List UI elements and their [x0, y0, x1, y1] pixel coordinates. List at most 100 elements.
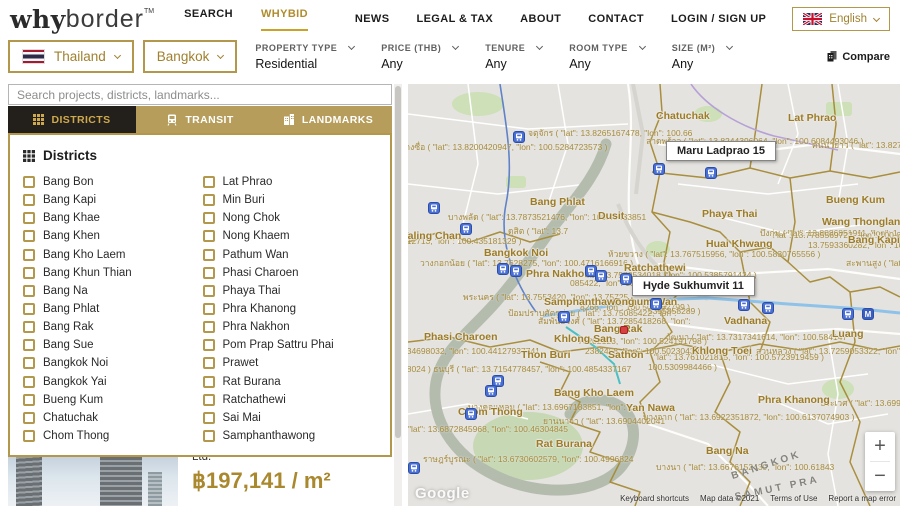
district-checkbox-item[interactable]: Bang Khen: [23, 230, 203, 242]
nav-about[interactable]: ABOUT: [520, 13, 561, 25]
transit-station-marker[interactable]: [465, 408, 477, 420]
checkbox[interactable]: [23, 321, 35, 333]
city-select[interactable]: Bangkok: [143, 40, 238, 73]
transit-station-marker[interactable]: [510, 265, 522, 277]
checkbox[interactable]: [23, 249, 35, 261]
attribution-report-a-map-error[interactable]: Report a map error: [828, 494, 896, 503]
transit-station-marker[interactable]: [738, 299, 750, 311]
district-checkbox-item[interactable]: Phra Khanong: [203, 303, 383, 315]
district-checkbox-item[interactable]: Bang Kho Laem: [23, 249, 203, 261]
scrollbar-thumb[interactable]: [395, 86, 401, 438]
nav-login-sign-up[interactable]: LOGIN / SIGN UP: [671, 13, 766, 25]
district-checkbox-item[interactable]: Min Buri: [203, 194, 383, 206]
transit-station-marker[interactable]: [558, 311, 570, 323]
district-checkbox-item[interactable]: Bang Sue: [23, 339, 203, 351]
nav-news[interactable]: NEWS: [355, 13, 390, 25]
district-checkbox-item[interactable]: Bang Bon: [23, 176, 203, 188]
checkbox[interactable]: [23, 285, 35, 297]
transit-station-marker[interactable]: [485, 385, 497, 397]
checkbox[interactable]: [203, 303, 215, 315]
country-select[interactable]: Thailand: [8, 40, 134, 73]
checkbox[interactable]: [203, 176, 215, 188]
nav-contact[interactable]: CONTACT: [588, 13, 644, 25]
checkbox[interactable]: [203, 321, 215, 333]
district-checkbox-item[interactable]: Samphanthawong: [203, 430, 383, 442]
district-checkbox-item[interactable]: Ratchathewi: [203, 394, 383, 406]
checkbox[interactable]: [23, 430, 35, 442]
checkbox[interactable]: [203, 267, 215, 279]
nav-search[interactable]: SEARCH: [184, 8, 233, 31]
checkbox[interactable]: [203, 394, 215, 406]
transit-station-marker[interactable]: [650, 298, 662, 310]
attribution-keyboard-shortcuts[interactable]: Keyboard shortcuts: [620, 494, 689, 503]
district-checkbox-item[interactable]: Chom Thong: [23, 430, 203, 442]
checkbox[interactable]: [203, 357, 215, 369]
attribution-terms-of-use[interactable]: Terms of Use: [770, 494, 817, 503]
checkbox[interactable]: [203, 430, 215, 442]
nav-legal-tax[interactable]: LEGAL & TAX: [416, 13, 493, 25]
map-canvas[interactable]: จตุจักร ( "lat": 13.8265167478, "lon": 1…: [408, 84, 900, 506]
zoom-out-button[interactable]: −: [865, 462, 895, 491]
district-checkbox-item[interactable]: Bang Rak: [23, 321, 203, 333]
checkbox[interactable]: [203, 230, 215, 242]
transit-station-marker[interactable]: [705, 167, 717, 179]
district-checkbox-item[interactable]: Phaya Thai: [203, 285, 383, 297]
checkbox[interactable]: [23, 194, 35, 206]
filter-property-type[interactable]: PROPERTY TYPEResidential: [255, 43, 354, 71]
checkbox[interactable]: [23, 376, 35, 388]
district-checkbox-item[interactable]: Lat Phrao: [203, 176, 383, 188]
filter-price-thb-[interactable]: PRICE (THB)Any: [381, 43, 458, 71]
checkbox[interactable]: [203, 376, 215, 388]
search-input[interactable]: [8, 84, 392, 105]
filter-tenure[interactable]: TENUREAny: [485, 43, 542, 71]
checkbox[interactable]: [203, 339, 215, 351]
zoom-in-button[interactable]: +: [865, 432, 895, 461]
checkbox[interactable]: [203, 249, 215, 261]
district-checkbox-item[interactable]: Bang Na: [23, 285, 203, 297]
tab-landmarks[interactable]: LANDMARKS: [264, 106, 392, 133]
transit-station-marker[interactable]: [762, 302, 774, 314]
checkbox[interactable]: [23, 303, 35, 315]
district-checkbox-item[interactable]: Chatuchak: [23, 412, 203, 424]
district-checkbox-item[interactable]: Bangkok Noi: [23, 357, 203, 369]
district-checkbox-item[interactable]: Phasi Charoen: [203, 267, 383, 279]
transit-station-marker[interactable]: [497, 263, 509, 275]
district-checkbox-item[interactable]: Bang Khae: [23, 212, 203, 224]
checkbox[interactable]: [23, 339, 35, 351]
district-checkbox-item[interactable]: Bueng Kum: [23, 394, 203, 406]
checkbox[interactable]: [23, 412, 35, 424]
map-red-marker[interactable]: [620, 326, 628, 334]
district-checkbox-item[interactable]: Phra Nakhon: [203, 321, 383, 333]
transit-station-marker[interactable]: [428, 202, 440, 214]
district-checkbox-item[interactable]: Bang Khun Thian: [23, 267, 203, 279]
district-checkbox-item[interactable]: Bang Phlat: [23, 303, 203, 315]
district-checkbox-item[interactable]: Pom Prap Sattru Phai: [203, 339, 383, 351]
filter-size-m-[interactable]: SIZE (M²)Any: [672, 43, 733, 71]
tab-districts[interactable]: DISTRICTS: [8, 106, 136, 133]
district-checkbox-item[interactable]: Prawet: [203, 357, 383, 369]
transit-station-marker[interactable]: M: [862, 308, 874, 320]
checkbox[interactable]: [23, 176, 35, 188]
checkbox[interactable]: [203, 285, 215, 297]
transit-station-marker[interactable]: [408, 462, 420, 474]
checkbox[interactable]: [203, 412, 215, 424]
scrollbar-track[interactable]: [394, 84, 402, 506]
attribution-map-data-2021[interactable]: Map data ©2021: [700, 494, 759, 503]
checkbox[interactable]: [203, 212, 215, 224]
district-checkbox-item[interactable]: Nong Chok: [203, 212, 383, 224]
district-checkbox-item[interactable]: Bangkok Yai: [23, 376, 203, 388]
district-checkbox-item[interactable]: Pathum Wan: [203, 249, 383, 261]
checkbox[interactable]: [203, 194, 215, 206]
district-checkbox-item[interactable]: Bang Kapi: [23, 194, 203, 206]
district-checkbox-item[interactable]: Rat Burana: [203, 376, 383, 388]
compare-button[interactable]: Compare: [827, 51, 890, 63]
logo[interactable]: whyborderTM: [10, 5, 154, 34]
language-selector[interactable]: English: [792, 7, 890, 31]
google-logo[interactable]: Google: [415, 485, 470, 502]
transit-station-marker[interactable]: [595, 270, 607, 282]
transit-station-marker[interactable]: [620, 273, 632, 285]
nav-whybid[interactable]: WHYBID: [261, 8, 308, 31]
transit-station-marker[interactable]: [460, 223, 472, 235]
transit-station-marker[interactable]: [842, 308, 854, 320]
tab-transit[interactable]: TRANSIT: [136, 106, 264, 133]
